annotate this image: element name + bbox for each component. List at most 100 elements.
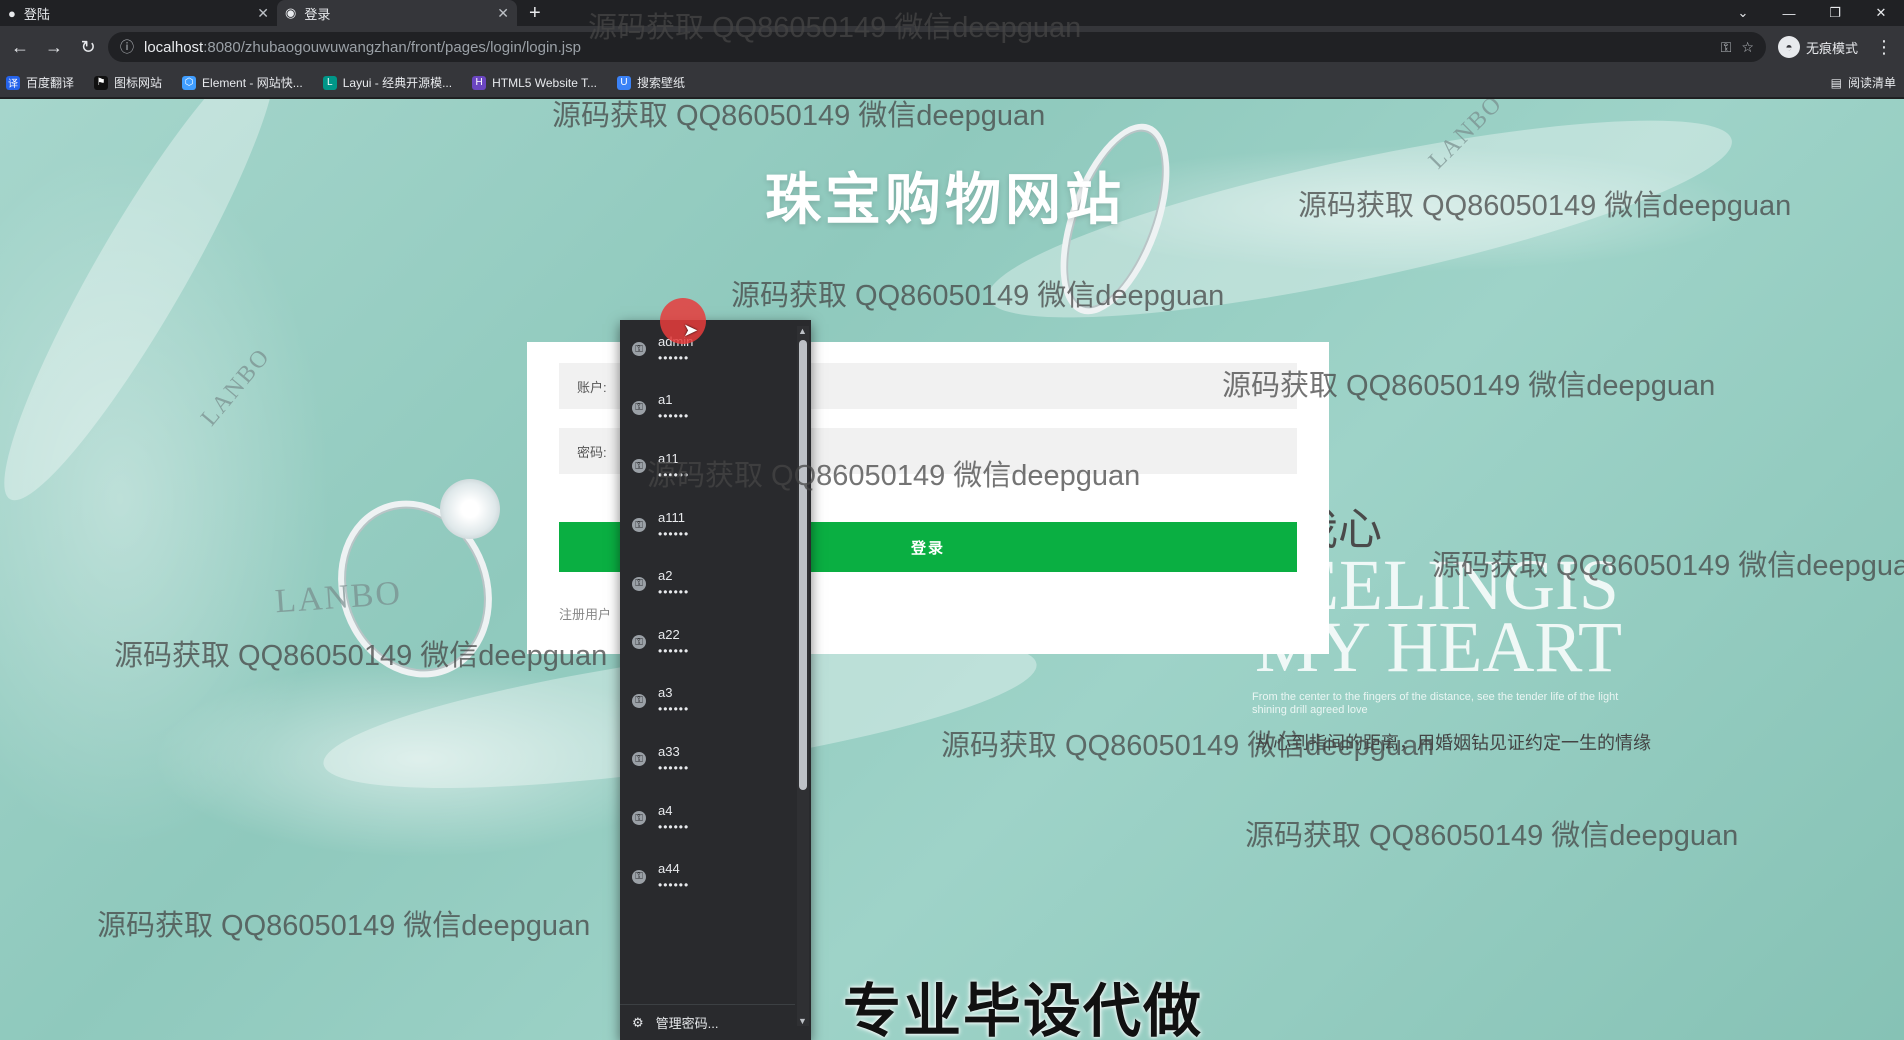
url-path: :8080/zhubaogouwuwangzhan/front/pages/lo… <box>203 38 581 56</box>
saved-username: a3 <box>658 685 673 701</box>
element-icon: ⬡ <box>182 75 197 90</box>
autocomplete-item[interactable]: ⚿ a11 •••••• <box>620 437 811 496</box>
password-label: 密码: <box>577 444 607 460</box>
saved-username: a11 <box>658 450 679 466</box>
saved-password: •••••• <box>658 702 690 717</box>
saved-password: •••••• <box>658 760 690 775</box>
close-tab-icon[interactable]: ✕ <box>257 5 269 22</box>
bookmark-label: Element - 网站快... <box>202 76 303 90</box>
autocomplete-item[interactable]: ⚿ a33 •••••• <box>620 730 811 789</box>
autocomplete-item[interactable]: ⚿ a4 •••••• <box>620 789 811 848</box>
site-title: 珠宝购物网站 <box>765 168 1125 231</box>
saved-username: a33 <box>658 743 680 759</box>
autocomplete-item[interactable]: ⚿ a3 •••••• <box>620 672 811 731</box>
more-menu-icon[interactable]: ⋮ <box>1870 33 1898 61</box>
browser-toolbar: ← → ↻ ⓘ localhost:8080/zhubaogouwuwangzh… <box>0 26 1904 68</box>
saved-password: •••••• <box>658 643 690 658</box>
saved-username: a22 <box>658 626 680 642</box>
tab-login-2[interactable]: ◉ 登录 ✕ <box>277 0 517 26</box>
url-text[interactable]: localhost:8080/zhubaogouwuwangzhan/front… <box>144 39 1711 56</box>
reload-icon[interactable]: ↻ <box>74 33 102 61</box>
dropdown-scrollbar[interactable]: ▲ ▼ <box>797 326 809 1026</box>
autocomplete-item[interactable]: ⚿ a22 •••••• <box>620 613 811 672</box>
key-icon: ⚿ <box>632 342 646 357</box>
saved-username: a4 <box>658 802 673 818</box>
reading-list[interactable]: ▤ 阅读清单 <box>1831 74 1896 91</box>
new-tab-button[interactable]: + <box>517 0 553 26</box>
incognito-profile[interactable]: ◓ 无痕模式 <box>1772 36 1864 58</box>
html5-icon: H <box>472 75 487 90</box>
bookmark-wallpaper[interactable]: U 搜索壁纸 <box>617 74 685 91</box>
saved-password: •••••• <box>658 467 690 482</box>
bookmark-label: 百度翻译 <box>26 76 75 90</box>
star-icon[interactable]: ☆ <box>1741 39 1754 56</box>
saved-password: •••••• <box>658 585 690 600</box>
forward-icon[interactable]: → <box>40 33 68 61</box>
saved-password: •••••• <box>658 526 690 541</box>
saved-username: a1 <box>658 392 673 408</box>
incognito-icon: ◓ <box>1777 36 1800 58</box>
autocomplete-item[interactable]: ⚿ admin•••••• <box>620 320 811 379</box>
tab-login-1[interactable]: ● 登陆 ✕ <box>0 0 277 26</box>
gear-icon: ⚙ <box>632 1014 644 1030</box>
close-window-icon[interactable]: ✕ <box>1858 0 1904 26</box>
browser-tab-strip: ● 登陆 ✕ ◉ 登录 ✕ + ⌄ — ❐ ✕ <box>0 0 1904 26</box>
reading-list-label: 阅读清单 <box>1847 76 1896 90</box>
layui-icon: L <box>322 75 337 90</box>
scroll-down-icon[interactable]: ▼ <box>798 1016 807 1026</box>
tab-label: 登录 <box>304 6 331 22</box>
key-icon: ⚿ <box>632 635 646 650</box>
info-icon[interactable]: ⓘ <box>120 37 134 57</box>
autocomplete-item[interactable]: ⚿ a111 •••••• <box>620 496 811 555</box>
key-icon: ⚿ <box>632 693 646 708</box>
manage-passwords-label: 管理密码... <box>655 1016 719 1031</box>
account-label: 账户: <box>577 379 607 395</box>
key-icon: ⚿ <box>632 518 646 533</box>
mouse-cursor-icon: ➤ <box>683 320 699 340</box>
url-host: localhost <box>144 38 204 56</box>
bookmark-html5[interactable]: H HTML5 Website T... <box>472 75 598 90</box>
globe-icon: ● <box>8 5 16 21</box>
saved-password: •••••• <box>658 350 690 365</box>
bookmark-element[interactable]: ⬡ Element - 网站快... <box>182 74 303 91</box>
back-icon[interactable]: ← <box>6 33 34 61</box>
window-controls: ⌄ — ❐ ✕ <box>1720 0 1904 26</box>
scroll-thumb[interactable] <box>799 340 807 790</box>
saved-password: •••••• <box>658 409 690 424</box>
saved-username: a44 <box>658 861 680 877</box>
bookmark-label: HTML5 Website T... <box>492 75 598 90</box>
key-icon: ⚿ <box>632 869 646 884</box>
minimize-icon[interactable]: — <box>1766 0 1812 26</box>
manage-passwords[interactable]: ⚙ 管理密码... <box>620 1004 795 1040</box>
slogan-small-text: From the center to the fingers of the di… <box>1252 691 1619 716</box>
saved-username: a2 <box>658 568 673 584</box>
translate-icon: 译 <box>6 75 20 90</box>
wallpaper-icon: U <box>617 75 632 90</box>
video-subtitle: 专业毕设代做 <box>843 979 1204 1040</box>
login-page: LANBO LANBO LANBO 珠宝购物网站 系我心 FEELINGIS M… <box>0 99 1904 1040</box>
key-icon[interactable]: ⚿ <box>1721 39 1732 56</box>
bookmark-baidu-translate[interactable]: 译 百度翻译 <box>6 74 74 91</box>
address-bar[interactable]: ⓘ localhost:8080/zhubaogouwuwangzhan/fro… <box>108 32 1766 62</box>
bookmark-icon-site[interactable]: ⚑ 图标网站 <box>94 74 162 91</box>
ribbon-decoration <box>0 99 309 522</box>
saved-password: •••••• <box>658 878 690 893</box>
register-link[interactable]: 注册用户 <box>559 604 611 623</box>
reading-list-icon: ▤ <box>1830 75 1842 90</box>
slogan-line: 从心到指间的距离，用婚姻钻见证约定一生的情缘 <box>1255 733 1651 753</box>
bookmark-label: 搜索壁纸 <box>637 76 686 90</box>
autocomplete-item[interactable]: ⚿ a1 •••••• <box>620 379 811 438</box>
saved-password: •••••• <box>658 819 690 834</box>
profile-label: 无痕模式 <box>1805 40 1858 56</box>
tab-search-icon[interactable]: ⌄ <box>1720 0 1766 26</box>
close-tab-icon[interactable]: ✕ <box>497 5 509 22</box>
scroll-up-icon[interactable]: ▲ <box>798 326 807 336</box>
flag-icon: ⚑ <box>94 75 109 90</box>
autocomplete-dropdown: ⚿ admin•••••• ⚿ a1•••••• ⚿ a11•••••• ⚿ a… <box>620 320 811 1040</box>
diamond-image <box>440 479 500 539</box>
autocomplete-item[interactable]: ⚿ a2 •••••• <box>620 554 811 613</box>
bookmark-layui[interactable]: L Layui - 经典开源模... <box>322 74 452 91</box>
restore-icon[interactable]: ❐ <box>1812 0 1858 26</box>
autocomplete-item[interactable]: ⚿ a44 •••••• <box>620 847 811 906</box>
key-icon: ⚿ <box>632 752 646 767</box>
